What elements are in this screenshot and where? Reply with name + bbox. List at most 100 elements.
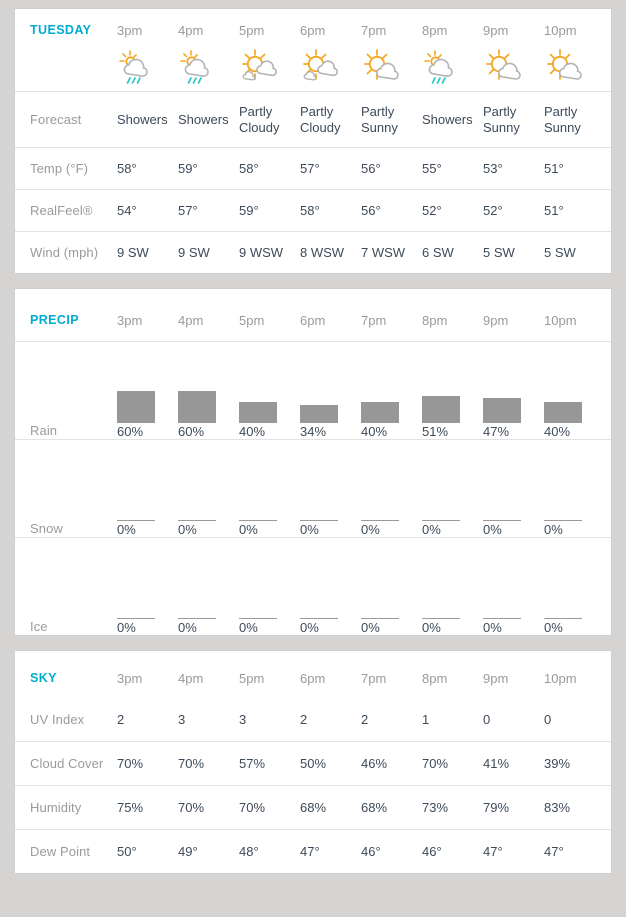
forecast-value-3: Partly Cloudy <box>300 104 361 136</box>
weather-icon-cell-7 <box>544 48 605 88</box>
showers-icon <box>178 48 222 88</box>
humidity-value-7: 83% <box>544 800 605 815</box>
cloud-cover-value-3: 50% <box>300 756 361 771</box>
ice-bar <box>239 618 277 619</box>
ice-value-5: 0% <box>422 620 441 635</box>
rain-value-7: 40% <box>544 424 570 439</box>
forecast-value-2: Partly Cloudy <box>239 104 300 136</box>
cloud-cover-value-0: 70% <box>117 756 178 771</box>
partly-cloudy-icon <box>239 48 283 88</box>
humidity-value-2: 70% <box>239 800 300 815</box>
precip-time-header-5: 8pm <box>422 313 483 328</box>
temp-value-3: 57° <box>300 161 361 176</box>
dew-point-value-0: 50° <box>117 844 178 859</box>
rain-bar <box>117 391 155 423</box>
forecast-header-row: TUESDAY 3pm 4pm 5pm 6pm 7pm 8pm 9pm 10pm <box>15 9 611 45</box>
snow-value-5: 0% <box>422 522 441 537</box>
sky-time-header-6: 9pm <box>483 671 544 686</box>
ice-bar-cell-1: 0% <box>178 549 239 635</box>
row-label-realfeel: RealFeel® <box>15 203 117 218</box>
precip-header-row: PRECIP 3pm 4pm 5pm 6pm 7pm 8pm 9pm 10pm <box>15 289 611 341</box>
time-header-3: 6pm <box>300 23 361 38</box>
sky-card: SKY 3pm 4pm 5pm 6pm 7pm 8pm 9pm 10pm UV … <box>14 650 612 874</box>
ice-bar <box>361 618 399 619</box>
rain-value-0: 60% <box>117 424 143 439</box>
forecast-value-0: Showers <box>117 112 178 128</box>
snow-bar-cell-5: 0% <box>422 451 483 537</box>
row-label-uv-index: UV Index <box>15 712 117 727</box>
snow-value-4: 0% <box>361 522 380 537</box>
cloud-cover-value-7: 39% <box>544 756 605 771</box>
sky-header-row: SKY 3pm 4pm 5pm 6pm 7pm 8pm 9pm 10pm <box>15 651 611 697</box>
precip-time-header-6: 9pm <box>483 313 544 328</box>
uv-index-value-6: 0 <box>483 712 544 727</box>
rain-bar-cell-3: 34% <box>300 353 361 439</box>
precip-time-header-2: 5pm <box>239 313 300 328</box>
dew-point-value-6: 47° <box>483 844 544 859</box>
ice-value-3: 0% <box>300 620 319 635</box>
cloud-cover-value-5: 70% <box>422 756 483 771</box>
humidity-value-1: 70% <box>178 800 239 815</box>
wind-value-5: 6 SW <box>422 245 483 260</box>
uv-index-value-0: 2 <box>117 712 178 727</box>
sky-time-header-7: 10pm <box>544 671 605 686</box>
row-label-cloud-cover: Cloud Cover <box>15 756 117 771</box>
snow-bar <box>178 520 216 521</box>
sky-time-header-1: 4pm <box>178 671 239 686</box>
ice-value-4: 0% <box>361 620 380 635</box>
partly-sunny-icon <box>544 48 588 88</box>
precip-time-header-3: 6pm <box>300 313 361 328</box>
temp-value-6: 53° <box>483 161 544 176</box>
realfeel-value-4: 56° <box>361 203 422 218</box>
table-row-cloud-cover: Cloud Cover 70% 70% 57% 50% 46% 70% 41% … <box>15 741 611 785</box>
realfeel-value-3: 58° <box>300 203 361 218</box>
snow-bar <box>300 520 338 521</box>
uv-index-value-5: 1 <box>422 712 483 727</box>
snow-bar <box>544 520 582 521</box>
ice-bar <box>422 618 460 619</box>
snow-bar <box>117 520 155 521</box>
wind-value-4: 7 WSW <box>361 245 422 260</box>
precip-time-header-4: 7pm <box>361 313 422 328</box>
table-row-humidity: Humidity 75% 70% 70% 68% 68% 73% 79% 83% <box>15 785 611 829</box>
humidity-value-5: 73% <box>422 800 483 815</box>
row-label-rain: Rain <box>15 423 117 439</box>
rain-value-1: 60% <box>178 424 204 439</box>
rain-bar <box>361 402 399 423</box>
forecast-value-6: Partly Sunny <box>483 104 544 136</box>
snow-bar-cell-1: 0% <box>178 451 239 537</box>
uv-index-value-2: 3 <box>239 712 300 727</box>
sky-time-header-2: 5pm <box>239 671 300 686</box>
rain-bar-cell-2: 40% <box>239 353 300 439</box>
weather-icon-cell-4 <box>361 48 422 88</box>
snow-bar-cell-4: 0% <box>361 451 422 537</box>
row-label-forecast: Forecast <box>15 112 117 127</box>
realfeel-value-1: 57° <box>178 203 239 218</box>
wind-value-6: 5 SW <box>483 245 544 260</box>
precip-title: PRECIP <box>15 313 117 327</box>
temp-value-1: 59° <box>178 161 239 176</box>
table-row-uv-index: UV Index 2 3 3 2 2 1 0 0 <box>15 697 611 741</box>
snow-bar-cell-3: 0% <box>300 451 361 537</box>
wind-value-7: 5 SW <box>544 245 605 260</box>
temp-value-2: 58° <box>239 161 300 176</box>
snow-bar <box>422 520 460 521</box>
weather-icon-cell-1 <box>178 48 239 88</box>
weather-icon-cell-6 <box>483 48 544 88</box>
row-label-dew-point: Dew Point <box>15 844 117 859</box>
snow-value-0: 0% <box>117 522 136 537</box>
snow-value-7: 0% <box>544 522 563 537</box>
rain-bar <box>300 405 338 423</box>
sky-title: SKY <box>15 671 117 685</box>
snow-bar <box>483 520 521 521</box>
rain-bar <box>544 402 582 423</box>
forecast-value-1: Showers <box>178 112 239 128</box>
rain-value-5: 51% <box>422 424 448 439</box>
temp-value-5: 55° <box>422 161 483 176</box>
cloud-cover-value-1: 70% <box>178 756 239 771</box>
time-header-1: 4pm <box>178 23 239 38</box>
rain-bar-cell-7: 40% <box>544 353 605 439</box>
ice-bar <box>178 618 216 619</box>
temp-value-4: 56° <box>361 161 422 176</box>
ice-value-2: 0% <box>239 620 258 635</box>
